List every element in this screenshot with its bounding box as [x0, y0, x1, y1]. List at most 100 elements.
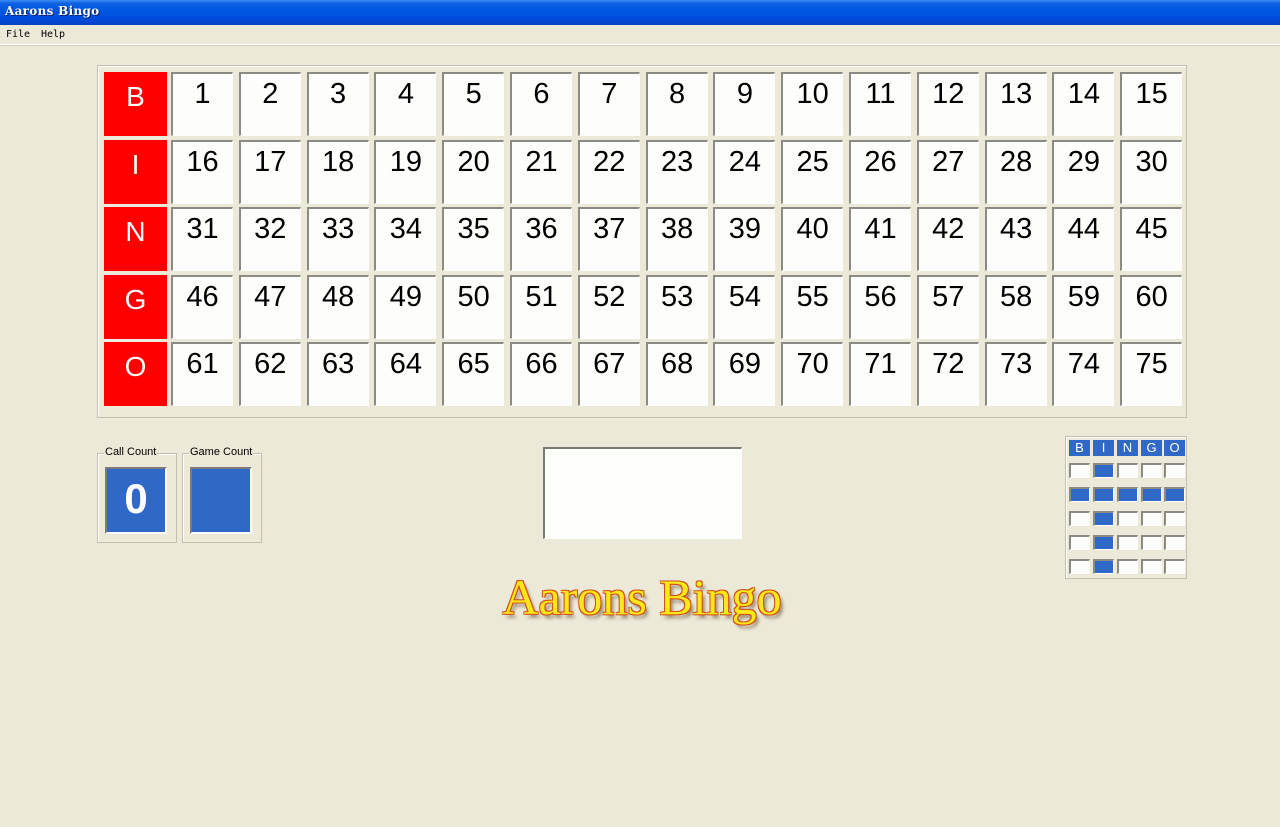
- pattern-cell[interactable]: [1164, 463, 1185, 478]
- pattern-cell[interactable]: [1093, 511, 1114, 526]
- number-cell-66[interactable]: 66: [510, 342, 572, 406]
- number-cell-9[interactable]: 9: [713, 72, 776, 136]
- number-cell-28[interactable]: 28: [984, 139, 1047, 204]
- number-cell-5[interactable]: 5: [442, 72, 505, 136]
- number-cell-34[interactable]: 34: [374, 207, 437, 271]
- menu-file[interactable]: File: [6, 29, 30, 40]
- pattern-cell[interactable]: [1093, 559, 1114, 574]
- number-cell-48[interactable]: 48: [306, 274, 369, 339]
- number-cell-45[interactable]: 45: [1120, 207, 1183, 271]
- number-cell-75[interactable]: 75: [1120, 342, 1183, 406]
- number-cell-27[interactable]: 27: [916, 139, 979, 204]
- pattern-cell[interactable]: [1117, 511, 1138, 526]
- number-cell-24[interactable]: 24: [713, 139, 776, 204]
- number-cell-18[interactable]: 18: [306, 139, 369, 204]
- number-cell-37[interactable]: 37: [577, 207, 640, 271]
- pattern-cell[interactable]: [1164, 559, 1185, 574]
- number-cell-4[interactable]: 4: [374, 72, 437, 136]
- pattern-cell[interactable]: [1069, 487, 1090, 502]
- number-cell-31[interactable]: 31: [171, 207, 233, 271]
- number-cell-14[interactable]: 14: [1052, 72, 1115, 136]
- pattern-cell[interactable]: [1141, 463, 1162, 478]
- number-cell-47[interactable]: 47: [238, 274, 301, 339]
- number-cell-62[interactable]: 62: [238, 342, 301, 406]
- number-cell-3[interactable]: 3: [306, 72, 369, 136]
- pattern-cell[interactable]: [1069, 511, 1090, 526]
- pattern-cell[interactable]: [1141, 487, 1162, 502]
- number-cell-7[interactable]: 7: [577, 72, 640, 136]
- number-cell-39[interactable]: 39: [713, 207, 776, 271]
- number-cell-42[interactable]: 42: [916, 207, 979, 271]
- number-cell-69[interactable]: 69: [713, 342, 776, 406]
- number-cell-51[interactable]: 51: [510, 274, 572, 339]
- pattern-cell[interactable]: [1093, 463, 1114, 478]
- number-cell-46[interactable]: 46: [171, 274, 233, 339]
- number-cell-72[interactable]: 72: [916, 342, 979, 406]
- number-cell-63[interactable]: 63: [306, 342, 369, 406]
- number-cell-21[interactable]: 21: [510, 139, 572, 204]
- menu-help[interactable]: Help: [41, 29, 65, 40]
- pattern-cell[interactable]: [1093, 535, 1114, 550]
- number-cell-53[interactable]: 53: [645, 274, 708, 339]
- number-cell-41[interactable]: 41: [849, 207, 911, 271]
- pattern-cell[interactable]: [1117, 487, 1138, 502]
- number-cell-73[interactable]: 73: [984, 342, 1047, 406]
- pattern-cell[interactable]: [1141, 535, 1162, 550]
- number-cell-40[interactable]: 40: [781, 207, 844, 271]
- pattern-cell[interactable]: [1164, 535, 1185, 550]
- number-cell-60[interactable]: 60: [1120, 274, 1183, 339]
- number-cell-43[interactable]: 43: [984, 207, 1047, 271]
- number-cell-36[interactable]: 36: [510, 207, 572, 271]
- number-cell-38[interactable]: 38: [645, 207, 708, 271]
- pattern-cell[interactable]: [1164, 487, 1185, 502]
- number-cell-64[interactable]: 64: [374, 342, 437, 406]
- number-cell-49[interactable]: 49: [374, 274, 437, 339]
- pattern-cell[interactable]: [1069, 535, 1090, 550]
- pattern-cell[interactable]: [1117, 535, 1138, 550]
- number-cell-6[interactable]: 6: [510, 72, 572, 136]
- number-cell-61[interactable]: 61: [171, 342, 233, 406]
- pattern-cell[interactable]: [1117, 463, 1138, 478]
- number-cell-44[interactable]: 44: [1052, 207, 1115, 271]
- number-cell-1[interactable]: 1: [171, 72, 233, 136]
- number-cell-8[interactable]: 8: [645, 72, 708, 136]
- pattern-cell[interactable]: [1069, 559, 1090, 574]
- number-cell-20[interactable]: 20: [442, 139, 505, 204]
- number-cell-16[interactable]: 16: [171, 139, 233, 204]
- number-cell-17[interactable]: 17: [238, 139, 301, 204]
- number-cell-65[interactable]: 65: [442, 342, 505, 406]
- number-cell-33[interactable]: 33: [306, 207, 369, 271]
- number-cell-26[interactable]: 26: [849, 139, 911, 204]
- pattern-cell[interactable]: [1069, 463, 1090, 478]
- number-cell-32[interactable]: 32: [238, 207, 301, 271]
- pattern-cell[interactable]: [1141, 559, 1162, 574]
- number-cell-56[interactable]: 56: [849, 274, 911, 339]
- number-cell-71[interactable]: 71: [849, 342, 911, 406]
- number-cell-58[interactable]: 58: [984, 274, 1047, 339]
- number-cell-10[interactable]: 10: [781, 72, 844, 136]
- number-cell-15[interactable]: 15: [1120, 72, 1183, 136]
- number-cell-55[interactable]: 55: [781, 274, 844, 339]
- number-cell-70[interactable]: 70: [781, 342, 844, 406]
- pattern-cell[interactable]: [1093, 487, 1114, 502]
- number-cell-11[interactable]: 11: [849, 72, 911, 136]
- pattern-cell[interactable]: [1141, 511, 1162, 526]
- number-cell-13[interactable]: 13: [984, 72, 1047, 136]
- pattern-cell[interactable]: [1164, 511, 1185, 526]
- number-cell-74[interactable]: 74: [1052, 342, 1115, 406]
- number-cell-29[interactable]: 29: [1052, 139, 1115, 204]
- number-cell-35[interactable]: 35: [442, 207, 505, 271]
- number-cell-2[interactable]: 2: [238, 72, 301, 136]
- number-cell-54[interactable]: 54: [713, 274, 776, 339]
- number-cell-68[interactable]: 68: [645, 342, 708, 406]
- number-cell-50[interactable]: 50: [442, 274, 505, 339]
- number-cell-59[interactable]: 59: [1052, 274, 1115, 339]
- number-cell-12[interactable]: 12: [916, 72, 979, 136]
- number-cell-57[interactable]: 57: [916, 274, 979, 339]
- number-cell-30[interactable]: 30: [1120, 139, 1183, 204]
- number-cell-25[interactable]: 25: [781, 139, 844, 204]
- number-cell-19[interactable]: 19: [374, 139, 437, 204]
- number-cell-67[interactable]: 67: [577, 342, 640, 406]
- number-cell-22[interactable]: 22: [577, 139, 640, 204]
- number-cell-52[interactable]: 52: [577, 274, 640, 339]
